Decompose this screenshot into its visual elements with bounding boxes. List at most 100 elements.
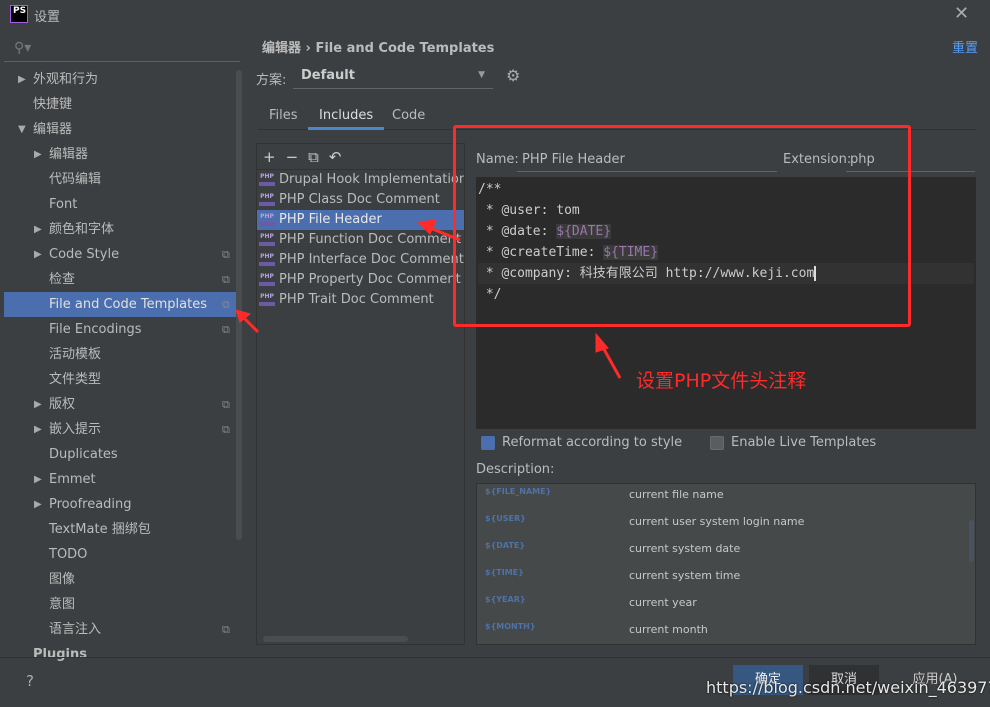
variable-name: ${USER} <box>485 514 526 523</box>
sidebar-item[interactable]: File and Code Templates ⧉ <box>4 292 240 317</box>
chevron-down-icon: ▼ <box>478 70 485 80</box>
tab-code[interactable]: Code <box>381 108 436 130</box>
checkbox-unchecked-icon <box>710 435 724 450</box>
sidebar-item[interactable]: 快捷键 <box>4 92 240 117</box>
chevron-right-icon[interactable]: ▶ <box>18 67 26 92</box>
sidebar-item[interactable]: ▶ 版权 ⧉ <box>4 392 240 417</box>
sidebar-item-label: Font <box>49 197 78 212</box>
sidebar-item-label: 嵌入提示 <box>49 422 102 437</box>
template-list-item[interactable]: PHP Drupal Hook Implementation Doc <box>257 170 464 190</box>
live-templates-checkbox[interactable]: Enable Live Templates <box>710 435 876 450</box>
watermark: https://blog.csdn.net/weixin_46397725 <box>706 678 990 697</box>
description-scrollbar[interactable] <box>969 520 974 562</box>
revert-icon[interactable]: ↶ <box>329 148 342 166</box>
sidebar-item-label: 编辑器 <box>49 147 89 162</box>
template-list-item[interactable]: PHP PHP Trait Doc Comment <box>257 290 464 310</box>
chevron-right-icon[interactable]: ▶ <box>34 217 42 242</box>
sidebar-item[interactable]: 意图 <box>4 592 240 617</box>
variable-description: current user system login name <box>629 515 805 528</box>
list-toolbar: + − ⧉ ↶ <box>257 144 464 170</box>
chevron-right-icon[interactable]: ▶ <box>34 417 42 442</box>
template-label: Drupal Hook Implementation Doc <box>279 172 464 187</box>
variable-name: ${TIME} <box>485 568 524 577</box>
sidebar-item-label: 编辑器 <box>33 122 73 137</box>
live-templates-label: Enable Live Templates <box>731 435 877 450</box>
close-icon[interactable]: ✕ <box>954 3 969 24</box>
project-scope-icon: ⧉ <box>222 398 230 411</box>
scheme-dropdown[interactable]: Default ▼ <box>293 65 493 89</box>
gear-icon[interactable]: ⚙ <box>506 66 520 85</box>
chevron-right-icon[interactable]: ▶ <box>34 392 42 417</box>
sidebar-item[interactable]: ▶ Proofreading <box>4 492 240 517</box>
template-list-item[interactable]: PHP PHP Class Doc Comment <box>257 190 464 210</box>
template-list-item[interactable]: PHP PHP Property Doc Comment <box>257 270 464 290</box>
remove-icon[interactable]: − <box>286 148 299 166</box>
sidebar-item[interactable]: 图像 <box>4 567 240 592</box>
sidebar-item[interactable]: Duplicates <box>4 442 240 467</box>
description-panel: ${FILE_NAME} current file name ${USER} curr… <box>476 483 976 645</box>
sidebar-item[interactable]: ▶ 嵌入提示 ⧉ <box>4 417 240 442</box>
title-bar: PS 设置 ✕ <box>0 0 990 30</box>
phpstorm-logo: PS <box>10 5 28 23</box>
sidebar-item[interactable]: 语言注入 ⧉ <box>4 617 240 642</box>
sidebar-item[interactable]: File Encodings ⧉ <box>4 317 240 342</box>
help-button[interactable]: ? <box>26 672 34 690</box>
sidebar-item-label: File Encodings <box>49 322 142 337</box>
sidebar-item[interactable]: 文件类型 <box>4 367 240 392</box>
sidebar-item[interactable]: 代码编辑 <box>4 167 240 192</box>
sidebar-item[interactable]: ▶ 编辑器 <box>4 142 240 167</box>
sidebar-item[interactable]: 检查 ⧉ <box>4 267 240 292</box>
template-label: PHP Function Doc Comment <box>279 232 461 247</box>
template-list: PHPDrupal Hook Implementation DocPHPPHP … <box>257 170 464 310</box>
template-list-item[interactable]: PHP PHP Interface Doc Comment <box>257 250 464 270</box>
template-label: PHP Interface Doc Comment <box>279 252 464 267</box>
tab-includes[interactable]: Includes <box>308 108 385 130</box>
php-file-icon: PHP <box>259 293 275 306</box>
breadcrumb: 编辑器 › File and Code Templates <box>262 37 494 56</box>
php-file-icon: PHP <box>259 273 275 286</box>
sidebar-item[interactable]: TODO <box>4 542 240 567</box>
variable-name: ${FILE_NAME} <box>485 487 552 496</box>
sidebar-item[interactable]: ▼ 编辑器 <box>4 117 240 142</box>
sidebar-item[interactable]: ▶ 颜色和字体 <box>4 217 240 242</box>
scheme-label: 方案: <box>256 73 287 88</box>
sidebar-item-label: 快捷键 <box>33 97 73 112</box>
sidebar-item-label: TextMate 捆绑包 <box>49 522 151 537</box>
variable-name: ${DATE} <box>485 541 526 550</box>
copy-icon[interactable]: ⧉ <box>308 148 319 166</box>
chevron-right-icon[interactable]: ▶ <box>34 467 42 492</box>
window-title: 设置 <box>34 10 61 25</box>
project-scope-icon: ⧉ <box>222 323 230 336</box>
sidebar-item-label: 图像 <box>49 572 76 587</box>
sidebar-item[interactable]: ▶ Code Style ⧉ <box>4 242 240 267</box>
variable-description: current month <box>629 623 708 636</box>
template-label: PHP Trait Doc Comment <box>279 292 434 307</box>
sidebar-item[interactable]: ▶ Emmet <box>4 467 240 492</box>
reformat-checkbox[interactable]: Reformat according to style <box>481 435 682 450</box>
chevron-down-icon[interactable]: ▼ <box>18 117 26 142</box>
settings-search-input[interactable]: ⚲▾ <box>4 36 240 62</box>
sidebar-item-label: 活动模板 <box>49 347 102 362</box>
sidebar-item-label: Code Style <box>49 247 120 262</box>
reformat-label: Reformat according to style <box>502 435 683 450</box>
add-icon[interactable]: + <box>263 148 276 166</box>
sidebar-item-label: Proofreading <box>49 497 132 512</box>
variable-description: current file name <box>629 488 724 501</box>
reset-link[interactable]: 重置 <box>952 37 978 56</box>
template-list-item[interactable]: PHP PHP File Header <box>257 210 464 230</box>
chevron-right-icon[interactable]: ▶ <box>34 492 42 517</box>
sidebar-item[interactable]: Font <box>4 192 240 217</box>
sidebar-scrollbar[interactable] <box>236 70 242 540</box>
annotation-highlight-box <box>453 125 911 327</box>
tab-files[interactable]: Files <box>258 108 309 130</box>
sidebar-item[interactable]: ▶ 外观和行为 <box>4 67 240 92</box>
template-list-item[interactable]: PHP PHP Function Doc Comment <box>257 230 464 250</box>
breadcrumb-separator: › <box>305 41 311 56</box>
chevron-right-icon[interactable]: ▶ <box>34 142 42 167</box>
sidebar-item[interactable]: TextMate 捆绑包 <box>4 517 240 542</box>
variable-name: ${MONTH} <box>485 622 536 631</box>
sidebar-item-label: 语言注入 <box>49 622 102 637</box>
sidebar-item[interactable]: 活动模板 <box>4 342 240 367</box>
horizontal-scrollbar[interactable] <box>263 636 408 642</box>
chevron-right-icon[interactable]: ▶ <box>34 242 42 267</box>
